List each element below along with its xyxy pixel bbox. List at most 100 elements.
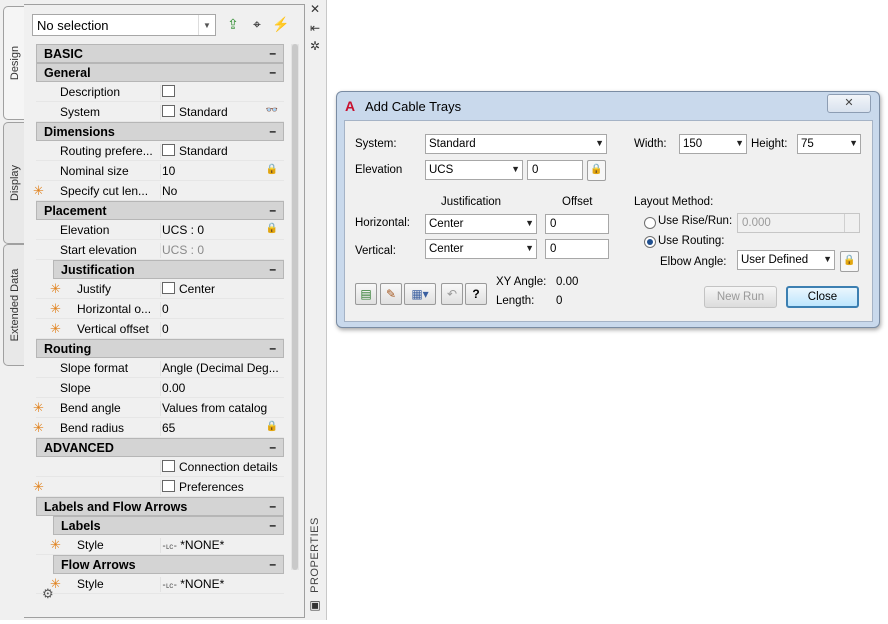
lock-icon[interactable]: 🔒	[266, 164, 278, 175]
collapse-icon[interactable]: –	[269, 518, 276, 532]
variable-star-icon: ✳	[50, 321, 61, 336]
prop-preferences[interactable]: ✳ Preferences	[33, 477, 284, 497]
chevron-down-icon: ▼	[735, 138, 744, 148]
palette-title: PROPERTIES	[309, 517, 321, 593]
collapse-icon[interactable]: –	[269, 46, 276, 60]
add-cable-trays-dialog: A Add Cable Trays ✕ System: Standard ▼ El…	[336, 91, 880, 328]
layout-method-label: Layout Method:	[634, 196, 714, 208]
binoculars-icon[interactable]: 👓	[266, 105, 278, 116]
app-logo-icon: A	[345, 98, 356, 114]
close-icon[interactable]: ✕	[827, 94, 871, 113]
prop-connection-details[interactable]: Connection details	[36, 457, 284, 477]
prop-specify-cut-length[interactable]: ✳ Specify cut len... No	[33, 181, 284, 201]
collapse-icon[interactable]: –	[269, 341, 276, 355]
section-basic[interactable]: BASIC –	[36, 44, 284, 63]
prop-label-style[interactable]: ✳ Style ⁃ʟᴄ⁃ *NONE*	[36, 535, 284, 555]
tab-design[interactable]: Design	[3, 6, 25, 120]
scroll-thumb[interactable]	[292, 44, 298, 570]
width-dropdown[interactable]: 150 ▼	[679, 134, 747, 154]
chevron-down-icon: ▼	[525, 218, 534, 228]
length-label: Length:	[496, 295, 535, 307]
selection-value: No selection	[37, 18, 109, 33]
vertical-label: Vertical:	[355, 245, 396, 257]
section-general[interactable]: General –	[36, 63, 284, 82]
customize-icon[interactable]: ⚙	[42, 586, 54, 602]
collapse-icon[interactable]: –	[269, 557, 276, 571]
prop-horizontal-offset[interactable]: ✳ Horizontal o... 0	[36, 299, 284, 319]
use-routing-radio[interactable]	[644, 236, 656, 248]
match-properties-icon[interactable]: ✎	[380, 283, 402, 305]
lock-icon: 🔒	[840, 251, 859, 272]
section-flow-arrows[interactable]: Flow Arrows –	[53, 555, 284, 574]
collapse-icon[interactable]: –	[269, 440, 276, 454]
compass-icon[interactable]: ▤	[355, 283, 377, 305]
routing-icon	[162, 144, 175, 156]
section-labels-flow-arrows[interactable]: Labels and Flow Arrows –	[36, 497, 284, 516]
vertical-justification-dropdown[interactable]: Center ▼	[425, 239, 537, 259]
section-advanced[interactable]: ADVANCED –	[36, 438, 284, 457]
horizontal-justification-dropdown[interactable]: Center ▼	[425, 214, 537, 234]
collapse-icon[interactable]: –	[269, 262, 276, 276]
collapse-icon[interactable]: –	[269, 499, 276, 513]
dialog-body: System: Standard ▼ Elevation UCS ▼ 0 🔒 Wid…	[344, 120, 873, 322]
tab-extended-data[interactable]: Extended Data	[3, 244, 25, 366]
edit-dialog-icon[interactable]	[162, 85, 175, 97]
horizontal-label: Horizontal:	[355, 217, 410, 229]
tab-display[interactable]: Display	[3, 122, 25, 244]
selection-dropdown[interactable]: No selection ▼	[32, 14, 216, 36]
section-dimensions[interactable]: Dimensions –	[36, 122, 284, 141]
properties-menu-icon[interactable]: ✲	[307, 39, 323, 53]
prop-justify[interactable]: ✳ Justify Center	[36, 279, 284, 299]
dialog-title: Add Cable Trays	[365, 99, 462, 114]
select-objects-icon[interactable]: ⌖	[248, 15, 266, 33]
system-dropdown[interactable]: Standard ▼	[425, 134, 607, 154]
elbow-angle-label: Elbow Angle:	[660, 256, 727, 268]
close-icon[interactable]: ✕	[307, 2, 323, 16]
lock-icon[interactable]: 🔒	[266, 223, 278, 234]
prop-flow-style[interactable]: ✳ Style ⁃ʟᴄ⁃ *NONE*	[36, 574, 284, 594]
collapse-icon[interactable]: –	[269, 65, 276, 79]
prop-bend-angle[interactable]: ✳ Bend angle Values from catalog	[33, 398, 284, 418]
help-icon[interactable]: ?	[465, 283, 487, 305]
prop-elevation[interactable]: Elevation UCS : 0 🔒	[36, 220, 284, 240]
elevation-input[interactable]: 0	[527, 160, 583, 180]
collapse-icon[interactable]: –	[269, 203, 276, 217]
palette-settings-icon[interactable]: ▣	[307, 598, 323, 612]
length-value: 0	[556, 295, 563, 307]
connection-type-icon[interactable]: ▦▾	[404, 283, 436, 305]
close-button[interactable]: Close	[786, 286, 859, 308]
lock-icon[interactable]: 🔒	[266, 421, 278, 432]
toggle-pickadd-icon[interactable]: ⇪	[224, 15, 242, 33]
prop-slope-format[interactable]: Slope format Angle (Decimal Deg...	[36, 358, 284, 378]
prop-slope[interactable]: Slope 0.00	[36, 378, 284, 398]
lock-icon[interactable]: 🔒	[587, 160, 606, 181]
height-dropdown[interactable]: 75 ▼	[797, 134, 861, 154]
prop-routing-preference[interactable]: Routing prefere... Standard	[36, 141, 284, 161]
spinner-icon	[844, 214, 859, 232]
horizontal-offset-input[interactable]: 0	[545, 214, 609, 234]
use-rise-run-radio[interactable]	[644, 217, 656, 229]
section-placement[interactable]: Placement –	[36, 201, 284, 220]
prop-nominal-size[interactable]: Nominal size 10 🔒	[36, 161, 284, 181]
justify-grid-icon	[162, 282, 175, 294]
elbow-angle-dropdown[interactable]: User Defined ▼	[737, 250, 835, 270]
chevron-down-icon: ▼	[595, 138, 604, 148]
elevation-reference-dropdown[interactable]: UCS ▼	[425, 160, 523, 180]
rise-run-input: 0.000	[737, 213, 860, 233]
section-routing[interactable]: Routing –	[36, 339, 284, 358]
system-icon	[162, 105, 175, 117]
prop-bend-radius[interactable]: ✳ Bend radius 65 🔒	[33, 418, 284, 438]
variable-star-icon: ✳	[50, 281, 61, 296]
vertical-offset-input[interactable]: 0	[545, 239, 609, 259]
prop-vertical-offset[interactable]: ✳ Vertical offset 0	[36, 319, 284, 339]
collapse-icon[interactable]: –	[269, 124, 276, 138]
new-run-button[interactable]: New Run	[704, 286, 777, 308]
section-justification[interactable]: Justification –	[53, 260, 284, 279]
auto-hide-icon[interactable]: ⇤	[307, 21, 323, 35]
chevron-down-icon: ▼	[823, 254, 832, 264]
prop-system[interactable]: System Standard 👓	[36, 102, 284, 122]
prop-description[interactable]: Description	[36, 82, 284, 102]
quick-select-icon[interactable]: ⚡	[272, 15, 290, 33]
section-labels[interactable]: Labels –	[53, 516, 284, 535]
vertical-scrollbar[interactable]	[291, 44, 299, 570]
